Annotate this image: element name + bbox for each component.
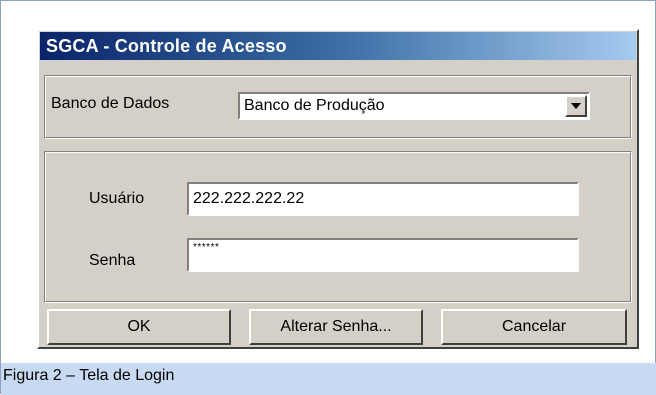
change-password-button[interactable]: Alterar Senha... xyxy=(249,309,423,345)
database-select[interactable]: Banco de Produção xyxy=(238,92,590,120)
password-label: Senha xyxy=(89,252,136,269)
chevron-down-icon xyxy=(571,103,581,109)
cancel-button[interactable]: Cancelar xyxy=(441,309,627,345)
figure-caption: Figura 2 – Tela de Login xyxy=(1,363,656,395)
user-input[interactable]: 222.222.222.22 xyxy=(187,182,579,216)
database-panel: Banco de Dados Banco de Produção xyxy=(44,75,632,139)
credentials-panel: Usuário 222.222.222.22 Senha ****** xyxy=(44,151,632,303)
password-input[interactable]: ****** xyxy=(187,238,579,272)
user-label: Usuário xyxy=(89,190,145,207)
ok-button[interactable]: OK xyxy=(47,309,231,345)
database-select-value: Banco de Produção xyxy=(244,97,385,114)
dialog-titlebar: SGCA - Controle de Acesso xyxy=(40,32,636,60)
database-label: Banco de Dados xyxy=(51,95,170,112)
database-dropdown-button[interactable] xyxy=(565,95,587,117)
login-dialog: SGCA - Controle de Acesso Banco de Dados… xyxy=(37,29,639,349)
screenshot-frame: SGCA - Controle de Acesso Banco de Dados… xyxy=(0,0,656,395)
